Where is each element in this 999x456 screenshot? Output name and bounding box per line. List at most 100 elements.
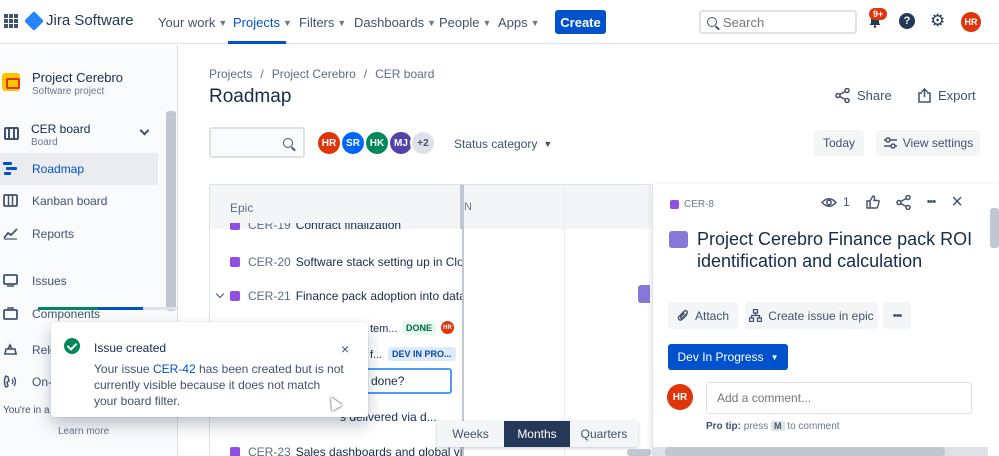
sidebar-item-label: Reports — [32, 227, 75, 241]
chevron-down-icon[interactable] — [139, 125, 150, 136]
comment-pro-tip: Pro tip: press M to comment — [706, 421, 840, 432]
nav-label: Dashboards — [354, 15, 425, 30]
epic-row[interactable]: CER-21 Finance pack adoption into data..… — [210, 279, 462, 313]
flag-close-icon[interactable]: × — [341, 341, 349, 357]
watch-button[interactable]: 1 — [821, 195, 850, 209]
attach-button[interactable]: Attach — [668, 302, 738, 329]
create-button[interactable]: Create — [555, 10, 606, 34]
share-icon[interactable] — [895, 194, 911, 210]
breadcrumb-board[interactable]: CER board — [375, 67, 434, 81]
user-avatar[interactable]: HR — [961, 12, 981, 32]
avatar-filter-more[interactable]: +2 — [410, 130, 436, 156]
issue-key-link[interactable]: CER-8 — [670, 199, 714, 210]
board-icon — [4, 127, 19, 140]
create-issue-in-epic-button[interactable]: Create issue in epic — [745, 302, 878, 329]
export-icon — [918, 88, 931, 103]
epic-column-divider[interactable] — [462, 185, 464, 456]
chevron-down-icon[interactable] — [215, 289, 225, 299]
avatar-filter-hk[interactable]: HK — [364, 130, 390, 156]
avatar-filter-hr[interactable]: HR — [316, 130, 342, 156]
breadcrumb-projects[interactable]: Projects — [209, 67, 252, 81]
help-icon[interactable]: ? — [899, 13, 915, 29]
epic-color-swatch — [669, 231, 688, 248]
export-button[interactable]: Export — [918, 88, 976, 103]
status-transition-button[interactable]: Dev In Progress ▼ — [668, 344, 788, 370]
brand-name: Jira Software — [46, 12, 134, 29]
chevron-down-icon: ▼ — [427, 17, 437, 28]
more-options-icon[interactable]: ••• — [883, 302, 911, 329]
nav-filters[interactable]: Filters ▼ — [299, 15, 346, 30]
roadmap-horizontal-scrollbar[interactable] — [627, 449, 651, 456]
created-issue-link[interactable]: CER-42 — [153, 362, 196, 376]
nav-people[interactable]: People ▼ — [439, 15, 491, 30]
epic-row[interactable]: CER-23 Sales dashboards and global vie..… — [210, 435, 462, 456]
chevron-down-icon: ▼ — [543, 139, 553, 149]
issue-key: CER-8 — [684, 199, 715, 210]
global-search[interactable] — [699, 10, 857, 34]
search-input[interactable] — [723, 14, 843, 30]
nav-your-work[interactable]: Your work ▼ — [158, 15, 227, 30]
project-avatar-icon — [2, 73, 20, 91]
issue-actions: 1 ••• × — [821, 192, 963, 212]
roadmap-search-input[interactable] — [209, 127, 305, 158]
sidebar-item-issues[interactable]: Issues — [0, 265, 158, 297]
page-title: Roadmap — [209, 86, 292, 107]
more-actions-icon[interactable]: ••• — [927, 196, 937, 208]
panel-horizontal-scrollbar[interactable] — [653, 447, 988, 456]
child-summary: f... — [370, 349, 383, 361]
nav-projects[interactable]: Projects ▼ — [233, 15, 292, 30]
zoom-quarters[interactable]: Quarters — [570, 421, 638, 447]
nav-label: Apps — [498, 15, 528, 30]
nav-apps[interactable]: Apps ▼ — [498, 15, 540, 30]
active-nav-indicator — [228, 41, 286, 44]
epic-timeline-bar[interactable] — [638, 285, 650, 303]
share-button[interactable]: Share — [835, 88, 892, 103]
status-label: Dev In Progress — [677, 350, 764, 364]
epic-icon — [230, 291, 240, 301]
hierarchy-icon — [749, 309, 763, 322]
avatar-filter-sr[interactable]: SR — [340, 130, 366, 156]
today-button[interactable]: Today — [814, 130, 864, 156]
status-category-label: Status category — [454, 137, 538, 151]
oncall-icon — [3, 375, 17, 388]
panel-vertical-scrollbar[interactable] — [990, 208, 999, 248]
progress-in-progress — [98, 307, 143, 310]
board-selector[interactable]: CER board — [31, 122, 90, 136]
epic-progress-bar — [38, 307, 178, 310]
close-panel-icon[interactable]: × — [951, 192, 963, 212]
keyboard-shortcut-key: M — [771, 421, 785, 431]
components-icon — [3, 307, 18, 320]
chevron-down-icon: ▼ — [530, 17, 540, 28]
protip-label: Pro tip: — [706, 421, 741, 432]
epic-row[interactable]: CER-20 Software stack setting up in Clo.… — [210, 245, 462, 279]
sidebar-item-label: Issues — [32, 274, 67, 288]
comment-input[interactable] — [706, 382, 972, 414]
attach-label: Attach — [694, 308, 730, 323]
nav-label: Filters — [299, 15, 335, 30]
jira-logo[interactable]: Jira Software — [24, 10, 134, 31]
breadcrumb-project[interactable]: Project Cerebro — [272, 67, 356, 81]
roadmap-icon — [3, 162, 17, 175]
project-name: Project Cerebro — [32, 70, 124, 85]
view-settings-button[interactable]: View settings — [876, 130, 980, 156]
epic-key: CER-20 — [248, 255, 291, 269]
epic-column-header: Epic — [210, 185, 462, 229]
learn-more-link[interactable]: Learn more — [58, 426, 109, 437]
zoom-weeks[interactable]: Weeks — [437, 421, 504, 447]
nav-label: Projects — [233, 15, 280, 30]
status-category-filter[interactable]: Status category ▼ — [454, 137, 552, 151]
issues-icon — [3, 274, 18, 287]
issue-title[interactable]: Project Cerebro Finance pack ROI identif… — [697, 228, 982, 272]
app-switcher-icon[interactable] — [4, 14, 18, 28]
sidebar-scrollbar[interactable] — [166, 111, 176, 311]
protip-suffix: to comment — [787, 421, 840, 432]
timeline-zoom-toggle: Weeks Months Quarters — [437, 421, 638, 447]
settings-gear-icon[interactable]: ⚙ — [930, 12, 945, 29]
zoom-months[interactable]: Months — [504, 421, 570, 447]
export-label: Export — [938, 88, 976, 103]
sidebar-item-kanban-board[interactable]: Kanban board — [0, 185, 158, 217]
sidebar-item-roadmap[interactable]: Roadmap — [0, 153, 158, 185]
sidebar-item-reports[interactable]: Reports — [0, 218, 158, 250]
nav-dashboards[interactable]: Dashboards ▼ — [354, 15, 436, 30]
thumbs-up-icon[interactable] — [865, 195, 880, 209]
